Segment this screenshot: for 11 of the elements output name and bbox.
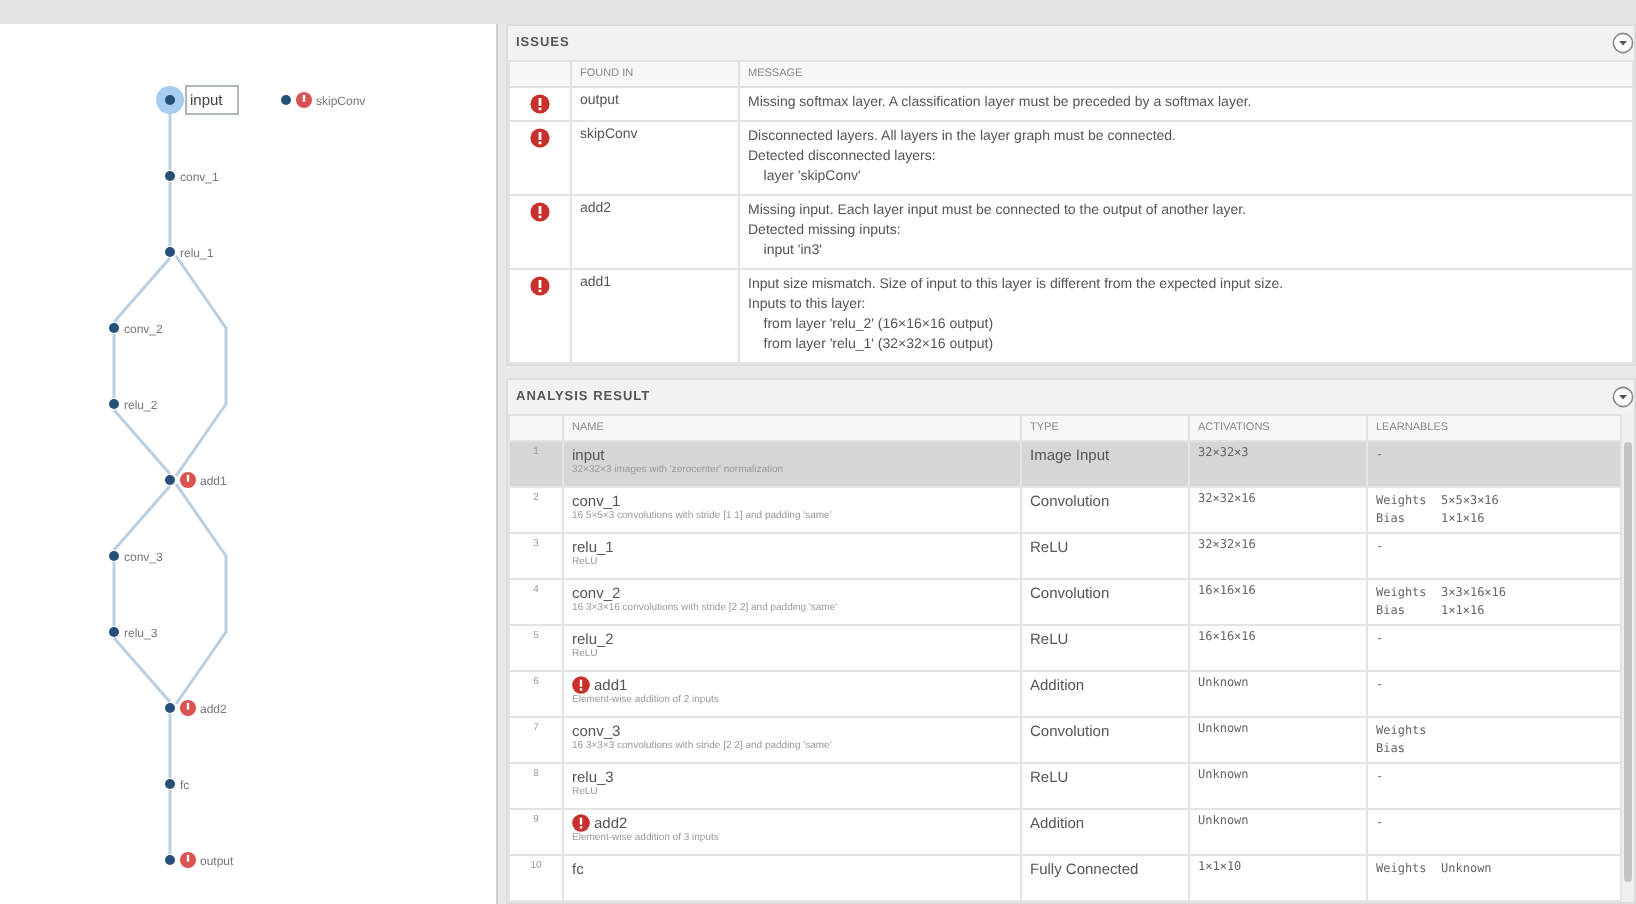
error-icon — [530, 128, 550, 148]
collapse-icon[interactable] — [1612, 32, 1634, 54]
connection-line — [112, 562, 116, 626]
error-icon — [530, 202, 550, 222]
connection-line — [168, 790, 172, 854]
connection-line — [168, 714, 172, 778]
collapse-icon[interactable] — [1612, 386, 1634, 408]
connection-line — [168, 182, 172, 246]
connection-line — [112, 334, 116, 398]
error-icon — [530, 276, 550, 296]
error-icon — [530, 94, 550, 114]
